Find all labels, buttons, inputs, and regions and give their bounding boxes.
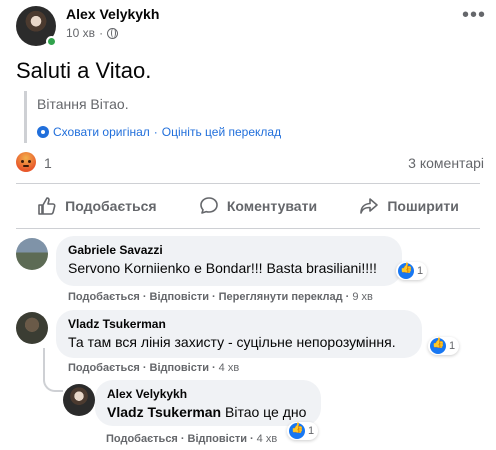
- online-status-dot: [46, 36, 57, 47]
- actions-separator: ·: [249, 433, 254, 445]
- meta-separator: ·: [99, 26, 104, 40]
- link-separator: ·: [153, 125, 158, 139]
- reply-time[interactable]: 4 хв: [257, 433, 278, 445]
- post-time[interactable]: 10 хв: [66, 26, 95, 40]
- like-icon: [430, 338, 446, 354]
- post-actions: Подобається Коментувати Поширити: [16, 187, 480, 225]
- comment-like-count: 1: [449, 340, 456, 352]
- comment-button[interactable]: Коментувати: [199, 196, 317, 216]
- comment-label: Коментувати: [226, 198, 318, 214]
- share-icon: [360, 198, 379, 214]
- comments-count[interactable]: 3 коментарі: [408, 155, 484, 171]
- reply-text-wrap: Vladz Tsukerman Вітао це дно: [107, 404, 309, 420]
- reply-like-link[interactable]: Подобається: [106, 433, 178, 445]
- actions-separator: ·: [142, 291, 147, 303]
- reply-author[interactable]: Alex Velykykh: [107, 387, 309, 401]
- comment-bubble: Vladz Tsukerman Та там вся лінія захисту…: [56, 310, 422, 358]
- reply-like-badge[interactable]: 1: [287, 422, 319, 440]
- reaction-count[interactable]: 1: [44, 155, 52, 171]
- post-text: Saluti a Vitao.: [16, 58, 152, 83]
- reply-avatar[interactable]: [63, 384, 95, 416]
- comment-time[interactable]: 9 хв: [352, 291, 373, 303]
- actions-separator: ·: [180, 433, 185, 445]
- comment-actions: Подобається · Відповісти · 4 хв: [68, 362, 239, 374]
- comment-author[interactable]: Vladz Tsukerman: [68, 317, 410, 331]
- comment-translate-link[interactable]: Переглянути переклад: [219, 291, 343, 303]
- like-icon: [38, 197, 56, 215]
- reply-text: Вітао це дно: [225, 404, 307, 420]
- like-label: Подобається: [65, 198, 157, 214]
- comment-avatar[interactable]: [16, 312, 48, 344]
- reply-reply-link[interactable]: Відповісти: [188, 433, 247, 445]
- actions-separator: ·: [211, 291, 216, 303]
- actions-separator: ·: [345, 291, 350, 303]
- divider-bottom: [16, 228, 480, 229]
- comment-text: Та там вся лінія захисту - суцільне непо…: [68, 334, 396, 350]
- comment-reply-link[interactable]: Відповісти: [150, 291, 209, 303]
- comment-reply-link[interactable]: Відповісти: [150, 362, 209, 374]
- actions-separator: ·: [211, 362, 216, 374]
- hide-original-link[interactable]: Сховати оригінал: [53, 125, 150, 139]
- angry-reaction-icon[interactable]: [16, 152, 36, 172]
- like-icon: [289, 423, 305, 439]
- post-author[interactable]: Alex Velykykh: [66, 6, 159, 22]
- comment-like-badge[interactable]: 1: [428, 337, 460, 355]
- share-label: Поширити: [387, 198, 459, 214]
- translation-block: Вітання Вітао. Сховати оригінал · Оцініт…: [24, 91, 480, 143]
- reactions-bar: 1 3 коментарі: [16, 152, 486, 174]
- reply-like-count: 1: [308, 425, 315, 437]
- comment-time[interactable]: 4 хв: [219, 362, 240, 374]
- more-icon[interactable]: •••: [462, 5, 486, 25]
- divider-top: [16, 183, 480, 184]
- comment-like-count: 1: [417, 265, 424, 277]
- comment-icon: [200, 197, 218, 214]
- comment-like-link[interactable]: Подобається: [68, 291, 140, 303]
- comment-like-link[interactable]: Подобається: [68, 362, 140, 374]
- gear-icon: [37, 126, 49, 138]
- comment-bubble: Gabriele Savazzi Servono Korniienko e Bo…: [56, 236, 402, 286]
- share-button[interactable]: Поширити: [359, 196, 459, 216]
- comment-like-badge[interactable]: 1: [396, 262, 428, 280]
- globe-icon: [107, 27, 119, 39]
- reply-thread-line: [43, 348, 63, 392]
- like-button[interactable]: Подобається: [37, 196, 157, 216]
- comment-avatar[interactable]: [16, 238, 48, 270]
- translation-text: Вітання Вітао.: [37, 96, 129, 112]
- like-icon: [398, 263, 414, 279]
- rate-translation-link[interactable]: Оцініть цей переклад: [162, 125, 281, 139]
- post-meta: 10 хв ·: [66, 26, 119, 40]
- translation-links: Сховати оригінал · Оцініть цей переклад: [37, 125, 480, 139]
- comment-actions: Подобається · Відповісти · Переглянути пер…: [68, 291, 373, 303]
- comment-text: Servono Korniienko e Bondar!!! Basta bra…: [68, 260, 377, 276]
- comment-author[interactable]: Gabriele Savazzi: [68, 243, 390, 257]
- reply-bubble: Alex Velykykh Vladz Tsukerman Вітао це д…: [95, 380, 321, 426]
- reply-actions: Подобається · Відповісти · 4 хв: [106, 433, 277, 445]
- post-header: Alex Velykykh 10 хв · •••: [16, 5, 486, 47]
- actions-separator: ·: [142, 362, 147, 374]
- reply-mention[interactable]: Vladz Tsukerman: [107, 404, 221, 420]
